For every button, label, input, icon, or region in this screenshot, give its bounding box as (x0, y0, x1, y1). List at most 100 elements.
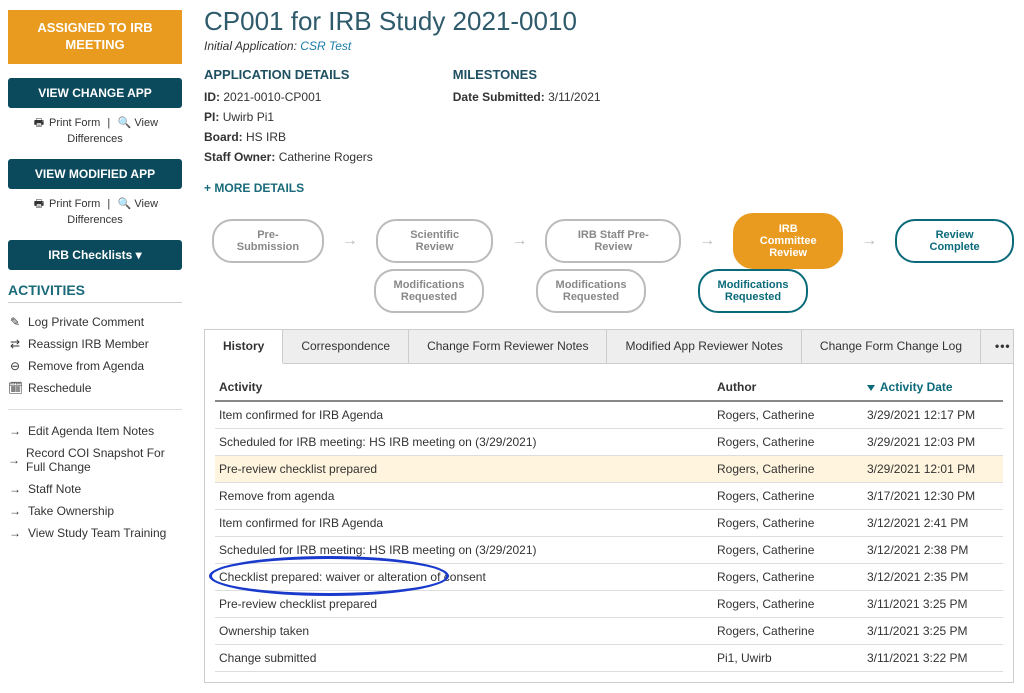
workflow-diagram: Pre-Submission → Scientific Review → IRB… (204, 213, 1014, 311)
table-row[interactable]: Item confirmed for IRB AgendaRogers, Cat… (215, 401, 1003, 429)
table-row[interactable]: Scheduled for IRB meeting: HS IRB meetin… (215, 429, 1003, 456)
cell-author: Rogers, Catherine (713, 591, 863, 618)
modified-app-sublinks: 🖶 Print Form | 🔍 View Differences (8, 189, 182, 240)
cell-activity: Pre-review checklist prepared (215, 456, 713, 483)
tab-bar: History Correspondence Change Form Revie… (204, 329, 1014, 364)
view-modified-app-button[interactable]: VIEW MODIFIED APP (8, 159, 182, 189)
table-row[interactable]: Change submittedPi1, Uwirb3/11/2021 3:22… (215, 645, 1003, 672)
activity-log-private-comment[interactable]: ✎Log Private Comment (8, 311, 182, 333)
page-title: CP001 for IRB Study 2021-0010 (204, 6, 1014, 37)
table-row[interactable]: Pre-review checklist preparedRogers, Cat… (215, 591, 1003, 618)
tab-modified-reviewer-notes[interactable]: Modified App Reviewer Notes (607, 330, 801, 363)
activity-reschedule[interactable]: 🗓Reschedule (8, 377, 182, 399)
col-activity[interactable]: Activity (215, 374, 713, 401)
tab-change-log[interactable]: Change Form Change Log (802, 330, 981, 363)
workflow-review-complete: Review Complete (895, 219, 1014, 263)
status-badge: ASSIGNED TO IRB MEETING (8, 10, 182, 64)
workflow-irb-committee: IRB CommitteeReview (733, 213, 843, 269)
table-row[interactable]: Scheduled for IRB meeting: HS IRB meetin… (215, 537, 1003, 564)
cell-activity: Checklist prepared: waiver or alteration… (215, 564, 713, 591)
activity-take-ownership[interactable]: →Take Ownership (8, 500, 182, 522)
search-icon: 🔍 (117, 197, 131, 210)
activity-reassign-irb-member[interactable]: ⇄Reassign IRB Member (8, 333, 182, 355)
arrow-right-icon: → (8, 504, 22, 518)
cell-date: 3/11/2021 3:25 PM (863, 618, 1003, 645)
table-row[interactable]: Item confirmed for IRB AgendaRogers, Cat… (215, 510, 1003, 537)
page-subtitle: Initial Application: CSR Test (204, 39, 1014, 53)
plus-icon: + (204, 181, 211, 195)
id-row: ID: 2021-0010-CP001 (204, 90, 373, 104)
search-icon: 🔍 (117, 116, 131, 129)
tab-history[interactable]: History (205, 330, 283, 364)
print-form-link[interactable]: 🖶 Print Form (32, 117, 100, 129)
cell-author: Rogers, Catherine (713, 483, 863, 510)
tab-more[interactable]: ••• (981, 330, 1024, 363)
cell-activity: Remove from agenda (215, 483, 713, 510)
workflow-mods-3: ModificationsRequested (698, 269, 808, 313)
pi-row: PI: Uwirb Pi1 (204, 110, 373, 124)
cell-author: Rogers, Catherine (713, 429, 863, 456)
arrow-icon: → (342, 232, 358, 250)
col-activity-date[interactable]: Activity Date (863, 374, 1003, 401)
cell-date: 3/11/2021 3:22 PM (863, 645, 1003, 672)
table-row[interactable]: Ownership takenRogers, Catherine3/11/202… (215, 618, 1003, 645)
remove-icon: ⊖ (8, 359, 22, 373)
cell-author: Rogers, Catherine (713, 564, 863, 591)
cell-author: Rogers, Catherine (713, 618, 863, 645)
cell-date: 3/12/2021 2:38 PM (863, 537, 1003, 564)
cell-date: 3/29/2021 12:03 PM (863, 429, 1003, 456)
arrow-icon: → (861, 232, 877, 250)
cell-author: Rogers, Catherine (713, 456, 863, 483)
cell-activity: Scheduled for IRB meeting: HS IRB meetin… (215, 537, 713, 564)
cell-author: Rogers, Catherine (713, 401, 863, 429)
swap-icon: ⇄ (8, 337, 22, 351)
more-details-toggle[interactable]: + MORE DETAILS (204, 181, 304, 195)
workflow-irb-staff: IRB Staff Pre-Review (545, 219, 681, 263)
arrow-right-icon: → (8, 526, 22, 540)
print-icon: 🖶 (32, 195, 46, 214)
table-row[interactable]: Checklist prepared: waiver or alteration… (215, 564, 1003, 591)
table-row[interactable]: Remove from agendaRogers, Catherine3/17/… (215, 483, 1003, 510)
workflow-pre-submission: Pre-Submission (212, 219, 324, 263)
arrow-icon: → (511, 232, 527, 250)
app-details-heading: APPLICATION DETAILS (204, 67, 373, 82)
pencil-icon: ✎ (8, 315, 22, 329)
caret-down-icon: ▾ (136, 248, 142, 262)
cell-activity: Change submitted (215, 645, 713, 672)
milestones-heading: MILESTONES (453, 67, 601, 82)
cell-author: Pi1, Uwirb (713, 645, 863, 672)
cell-author: Rogers, Catherine (713, 537, 863, 564)
tab-correspondence[interactable]: Correspondence (283, 330, 409, 363)
cell-activity: Scheduled for IRB meeting: HS IRB meetin… (215, 429, 713, 456)
irb-checklists-button[interactable]: IRB Checklists ▾ (8, 240, 182, 270)
change-app-sublinks: 🖶 Print Form | 🔍 View Differences (8, 108, 182, 159)
owner-row: Staff Owner: Catherine Rogers (204, 150, 373, 164)
activity-record-coi[interactable]: →Record COI Snapshot For Full Change (8, 442, 182, 478)
calendar-icon: 🗓 (8, 381, 22, 395)
view-change-app-button[interactable]: VIEW CHANGE APP (8, 78, 182, 108)
arrow-right-icon: → (8, 453, 20, 467)
cell-author: Rogers, Catherine (713, 510, 863, 537)
workflow-mods-2: ModificationsRequested (536, 269, 646, 313)
table-row[interactable]: Pre-review checklist preparedRogers, Cat… (215, 456, 1003, 483)
print-icon: 🖶 (32, 114, 46, 133)
cell-activity: Item confirmed for IRB Agenda (215, 401, 713, 429)
activity-view-training[interactable]: →View Study Team Training (8, 522, 182, 544)
activity-edit-agenda-notes[interactable]: →Edit Agenda Item Notes (8, 420, 182, 442)
activity-remove-from-agenda[interactable]: ⊖Remove from Agenda (8, 355, 182, 377)
cell-date: 3/12/2021 2:41 PM (863, 510, 1003, 537)
print-form-link-2[interactable]: 🖶 Print Form (32, 198, 100, 210)
cell-date: 3/11/2021 3:25 PM (863, 591, 1003, 618)
cell-date: 3/12/2021 2:35 PM (863, 564, 1003, 591)
board-row: Board: HS IRB (204, 130, 373, 144)
workflow-scientific-review: Scientific Review (376, 219, 494, 263)
activities-heading: ACTIVITIES (8, 282, 182, 303)
tab-change-reviewer-notes[interactable]: Change Form Reviewer Notes (409, 330, 607, 363)
cell-date: 3/17/2021 12:30 PM (863, 483, 1003, 510)
history-table: Activity Author Activity Date Item confi… (215, 374, 1003, 672)
cell-activity: Item confirmed for IRB Agenda (215, 510, 713, 537)
activity-staff-note[interactable]: →Staff Note (8, 478, 182, 500)
study-link[interactable]: CSR Test (300, 39, 351, 53)
col-author[interactable]: Author (713, 374, 863, 401)
cell-date: 3/29/2021 12:17 PM (863, 401, 1003, 429)
